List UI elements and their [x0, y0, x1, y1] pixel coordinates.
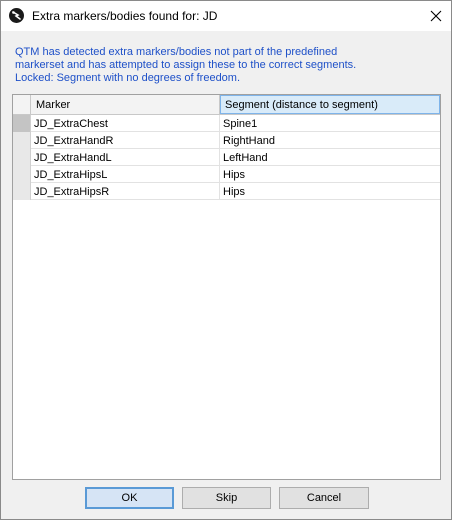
- segment-cell[interactable]: Spine1: [220, 115, 440, 132]
- marker-cell[interactable]: JD_ExtraHandR: [31, 132, 220, 149]
- title-bar[interactable]: Extra markers/bodies found for: JD: [1, 1, 451, 31]
- marker-cell[interactable]: JD_ExtraChest: [31, 115, 220, 132]
- table-row[interactable]: JD_ExtraChest Spine1: [13, 115, 440, 132]
- column-header-segment[interactable]: Segment (distance to segment): [220, 95, 440, 114]
- info-line-2: markerset and has attempted to assign th…: [15, 59, 357, 71]
- close-button[interactable]: [421, 1, 451, 31]
- row-header[interactable]: [13, 115, 31, 132]
- dialog-window: Extra markers/bodies found for: JD QTM h…: [0, 0, 452, 520]
- table-row[interactable]: JD_ExtraHipsL Hips: [13, 166, 440, 183]
- info-message: QTM has detected extra markers/bodies no…: [15, 46, 435, 85]
- grid-corner-cell[interactable]: [13, 95, 31, 114]
- marker-cell[interactable]: JD_ExtraHipsL: [31, 166, 220, 183]
- segment-cell[interactable]: RightHand: [220, 132, 440, 149]
- info-line-3: Locked: Segment with no degrees of freed…: [15, 72, 241, 84]
- qtm-logo-icon: [9, 8, 24, 23]
- table-row[interactable]: JD_ExtraHipsR Hips: [13, 183, 440, 200]
- close-icon: [430, 10, 442, 22]
- marker-cell[interactable]: JD_ExtraHipsR: [31, 183, 220, 200]
- segment-cell[interactable]: LeftHand: [220, 149, 440, 166]
- table-row[interactable]: JD_ExtraHandL LeftHand: [13, 149, 440, 166]
- info-line-1: QTM has detected extra markers/bodies no…: [15, 46, 338, 58]
- column-header-marker[interactable]: Marker: [31, 95, 220, 114]
- row-header[interactable]: [13, 166, 31, 183]
- row-header[interactable]: [13, 149, 31, 166]
- marker-cell[interactable]: JD_ExtraHandL: [31, 149, 220, 166]
- grid-header: Marker Segment (distance to segment): [13, 95, 440, 115]
- cancel-button[interactable]: Cancel: [279, 487, 369, 509]
- segment-cell[interactable]: Hips: [220, 166, 440, 183]
- table-row[interactable]: JD_ExtraHandR RightHand: [13, 132, 440, 149]
- row-header[interactable]: [13, 183, 31, 200]
- marker-segment-grid[interactable]: Marker Segment (distance to segment) JD_…: [12, 94, 441, 480]
- skip-button[interactable]: Skip: [182, 487, 271, 509]
- window-title: Extra markers/bodies found for: JD: [32, 9, 218, 23]
- ok-button[interactable]: OK: [85, 487, 174, 509]
- segment-cell[interactable]: Hips: [220, 183, 440, 200]
- row-header[interactable]: [13, 132, 31, 149]
